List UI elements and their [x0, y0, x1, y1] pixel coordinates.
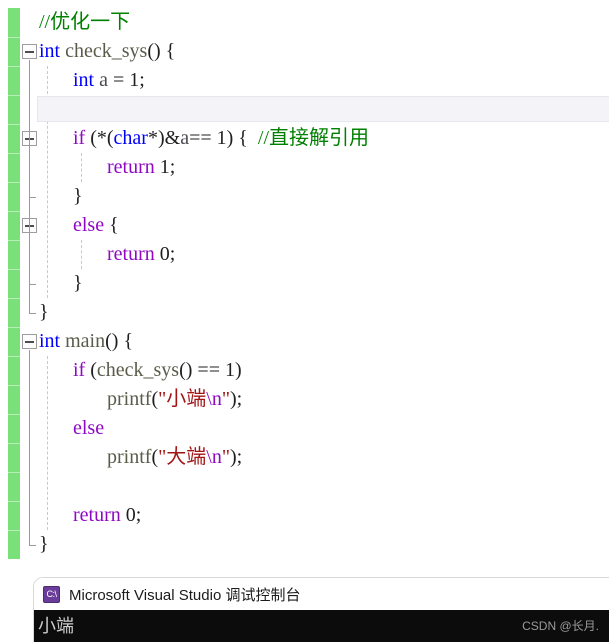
- console-title-bar[interactable]: C:\ Microsoft Visual Studio 调试控制台: [34, 578, 609, 610]
- code-token: printf: [107, 446, 152, 468]
- code-line[interactable]: int check_sys() {: [0, 37, 609, 66]
- code-token: 1: [159, 156, 170, 178]
- code-token: else: [73, 214, 105, 236]
- code-token: main: [65, 330, 106, 352]
- code-token: () ==: [179, 359, 225, 381]
- code-token: check_sys: [96, 359, 180, 381]
- code-token: ;: [169, 156, 176, 178]
- code-token: ;: [135, 504, 142, 526]
- code-token: ;: [139, 69, 145, 91]
- code-line[interactable]: printf("小端\n");: [0, 385, 609, 414]
- code-line[interactable]: else {: [0, 211, 609, 240]
- code-line[interactable]: return 1;: [0, 153, 609, 182]
- code-token: ;: [169, 243, 176, 265]
- code-line[interactable]: }: [0, 298, 609, 327]
- code-token: ) {: [226, 127, 258, 149]
- code-token: ": [221, 446, 231, 468]
- code-token: }: [73, 272, 83, 294]
- code-token: 1: [216, 127, 227, 149]
- code-token: (*(: [85, 127, 114, 149]
- code-line[interactable]: else: [0, 414, 609, 443]
- code-editor[interactable]: //优化一下 int check_sys() {int a = 1; if (*(c…: [0, 0, 609, 578]
- code-token: 0: [125, 504, 136, 526]
- code-line[interactable]: return 0;: [0, 501, 609, 530]
- code-token: (: [85, 359, 97, 381]
- code-token: }: [73, 185, 83, 207]
- code-line[interactable]: //优化一下: [0, 8, 609, 37]
- code-token: if: [73, 127, 86, 149]
- csdn-watermark: CSDN @长月.: [522, 619, 599, 633]
- code-line[interactable]: }: [0, 182, 609, 211]
- code-line[interactable]: int a = 1;: [0, 66, 609, 95]
- code-token: int: [73, 69, 95, 91]
- code-token: return: [73, 504, 121, 526]
- code-line[interactable]: }: [0, 269, 609, 298]
- code-token: "小端: [158, 388, 207, 410]
- code-token: \n: [206, 388, 222, 410]
- code-token: return: [107, 156, 155, 178]
- code-token: );: [230, 446, 243, 468]
- code-token: 1: [224, 359, 235, 381]
- code-token: int: [39, 40, 61, 62]
- code-token: //直接解引用: [257, 127, 370, 149]
- code-line[interactable]: [0, 95, 609, 124]
- code-token: "大端: [158, 446, 207, 468]
- code-token: ==: [189, 127, 217, 149]
- code-token: return: [107, 243, 155, 265]
- code-token: ): [234, 359, 242, 381]
- code-token: {: [104, 214, 119, 236]
- code-token: //优化一下: [39, 11, 131, 33]
- code-token: 0: [159, 243, 170, 265]
- code-token: =: [108, 69, 130, 91]
- console-app-icon: C:\: [43, 585, 60, 603]
- code-line[interactable]: }: [0, 530, 609, 559]
- console-output-text: 小端: [38, 616, 74, 636]
- code-token: 1: [129, 69, 140, 91]
- debug-console-window[interactable]: C:\ Microsoft Visual Studio 调试控制台 小端 CSD…: [34, 578, 609, 642]
- console-title-text: Microsoft Visual Studio 调试控制台: [69, 586, 301, 604]
- code-token: int: [39, 330, 61, 352]
- code-line[interactable]: [0, 472, 609, 501]
- code-token: else: [73, 417, 105, 439]
- code-token: () {: [105, 330, 134, 352]
- code-token: check_sys: [65, 40, 148, 62]
- code-line[interactable]: int main() {: [0, 327, 609, 356]
- console-output-area[interactable]: 小端 CSDN @长月.: [34, 610, 609, 642]
- code-token: printf: [107, 388, 152, 410]
- code-token: );: [230, 388, 243, 410]
- code-token: a: [99, 69, 109, 91]
- code-line[interactable]: if (check_sys() == 1): [0, 356, 609, 385]
- code-line[interactable]: return 0;: [0, 240, 609, 269]
- code-token: a: [180, 127, 190, 149]
- code-token: *)&: [147, 127, 181, 149]
- code-token: char: [113, 127, 148, 149]
- code-line[interactable]: if (*(char*)&a== 1) { //直接解引用: [0, 124, 609, 153]
- code-token: if: [73, 359, 86, 381]
- code-token: \n: [206, 446, 222, 468]
- code-token: () {: [147, 40, 176, 62]
- code-token: ": [221, 388, 231, 410]
- code-token: }: [39, 301, 49, 323]
- code-line[interactable]: printf("大端\n");: [0, 443, 609, 472]
- screenshot-root: //优化一下 int check_sys() {int a = 1; if (*(c…: [0, 0, 609, 642]
- code-token: }: [39, 533, 49, 555]
